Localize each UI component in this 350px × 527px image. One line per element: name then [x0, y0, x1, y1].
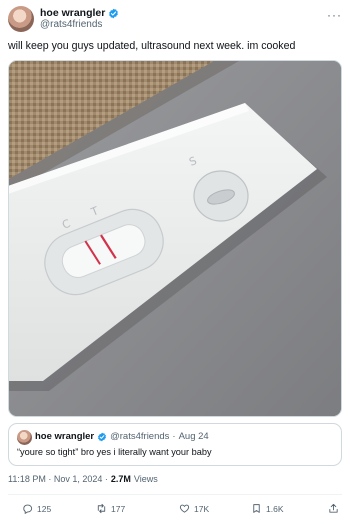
share-icon: [329, 503, 338, 513]
tweet-timestamp-line: 11:18 PM · Nov 1, 2024 · 2.7M Views: [8, 474, 158, 484]
author-handle[interactable]: @rats4friends: [40, 19, 102, 30]
reply-icon: [23, 504, 33, 514]
quoted-tweet[interactable]: hoe wrangler @rats4friends · Aug 24 “you…: [8, 423, 342, 466]
bookmark-button[interactable]: 1.6K: [251, 503, 284, 514]
like-button[interactable]: 17K: [179, 503, 209, 514]
like-count: 17K: [194, 503, 210, 514]
tweet-photo[interactable]: C T S: [8, 60, 342, 417]
tweet-text: will keep you guys updated, ultrasound n…: [8, 40, 296, 52]
tweet-timestamp[interactable]: 11:18 PM · Nov 1, 2024 ·: [8, 474, 108, 484]
divider: [8, 494, 342, 495]
bookmark-count: 1.6K: [266, 503, 284, 514]
author-display-name[interactable]: hoe wrangler: [40, 7, 105, 19]
avatar[interactable]: [8, 6, 34, 32]
quoted-date: Aug 24: [178, 431, 209, 442]
views-count: 2.7M: [110, 474, 131, 484]
quoted-text: “youre so tight” bro yes i literally wan…: [17, 447, 212, 457]
share-button[interactable]: [328, 503, 339, 514]
action-bar: 125 177 17K 1.6K: [8, 503, 342, 517]
heart-icon: [179, 504, 190, 513]
quoted-display-name: hoe wrangler: [35, 431, 95, 442]
pregnancy-test-image: C T S: [9, 61, 341, 416]
quoted-avatar: [17, 430, 32, 445]
repost-count: 177: [111, 503, 126, 514]
quoted-handle: @rats4friends: [110, 431, 170, 442]
author-name-line: hoe wrangler: [40, 7, 119, 19]
verified-badge-icon: [98, 432, 107, 441]
bookmark-icon: [253, 504, 260, 513]
reply-count: 125: [37, 503, 52, 514]
repost-button[interactable]: 177: [96, 503, 125, 514]
verified-badge-icon: [109, 8, 119, 18]
tweet-header: hoe wrangler @rats4friends ···: [8, 6, 342, 32]
repost-icon: [97, 503, 106, 514]
quoted-meta: hoe wrangler @rats4friends · Aug 24: [35, 431, 209, 442]
quoted-separator: ·: [172, 431, 176, 442]
reply-button[interactable]: 125: [22, 503, 51, 514]
views-label: Views: [133, 474, 158, 484]
more-icon[interactable]: ···: [327, 8, 342, 22]
